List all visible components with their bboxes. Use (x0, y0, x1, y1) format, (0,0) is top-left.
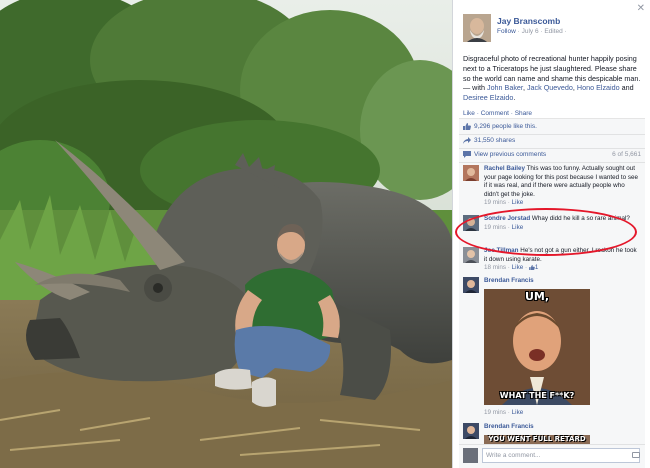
commenter-avatar[interactable] (463, 423, 479, 439)
avatar[interactable] (463, 14, 491, 42)
like-action[interactable]: Like (463, 110, 475, 117)
avatar-image (463, 423, 479, 439)
meme-image[interactable]: UM, WHAT THE F**K? (484, 289, 590, 405)
avatar-image (463, 247, 479, 263)
comment-body: Brendan Francis (484, 277, 640, 286)
photo[interactable] (0, 0, 452, 468)
comment-time[interactable]: 19 mins (484, 199, 506, 206)
post-date: · July 6 · Edited · (517, 28, 567, 35)
comment-like[interactable]: Like (512, 224, 524, 231)
comment: Brendan Francis UM, WHAT THE F**K? 19 mi… (463, 277, 641, 417)
comment-meta: 18 mins · Like · 1 (484, 264, 539, 272)
comment: Rachel Bailey This was too funny. Actual… (463, 165, 641, 209)
comment-meta: 19 mins · Like (484, 223, 524, 231)
comment-like[interactable]: Like (512, 409, 524, 416)
meme-bottom-text: WHAT THE F**K? (499, 391, 575, 401)
comment-body: 19 mins · Like (484, 409, 640, 418)
tag-link[interactable]: Desiree Elzaido (463, 93, 513, 102)
avatar-image (463, 277, 479, 293)
comment-author[interactable]: Brendan Francis (484, 423, 534, 430)
comment-author[interactable]: Brendan Francis (484, 277, 534, 284)
comment-like-count[interactable]: 1 (535, 264, 539, 271)
comment-meta: 19 mins · Like (484, 409, 524, 416)
comment: Joe Tillman He's not got a gun either. I… (463, 247, 641, 273)
tag-link[interactable]: Hono Elzaido (577, 83, 620, 92)
view-previous-row[interactable]: View previous comments (463, 151, 546, 158)
and-text: and (619, 83, 634, 93)
divider (459, 148, 645, 149)
tag-link[interactable]: Jack Quevedo (527, 83, 573, 92)
meme-top-text: UM, (524, 290, 550, 303)
comment-input[interactable]: Write a comment... (482, 448, 640, 463)
comment-count: 6 of 5,661 (612, 151, 641, 158)
post-meta: Follow · July 6 · Edited · (497, 28, 567, 35)
thumbs-up-icon (463, 123, 471, 130)
comment-like[interactable]: Like (512, 199, 524, 206)
triceratops-photo (0, 0, 452, 468)
comment-body: Sondre Jorstad Whay didd he kill a so ra… (484, 215, 640, 232)
divider (459, 162, 645, 163)
comment-body: Rachel Bailey This was too funny. Actual… (484, 165, 640, 208)
comment-time[interactable]: 18 mins (484, 264, 506, 271)
avatar-image (463, 14, 491, 42)
camera-icon[interactable] (632, 452, 640, 458)
post-actions: Like · Comment · Share (463, 110, 532, 117)
post-header: Jay Branscomb Follow · July 6 · Edited · (463, 14, 643, 42)
avatar-image (463, 165, 479, 181)
comment: Sondre Jorstad Whay didd he kill a so ra… (463, 215, 641, 241)
commenter-avatar[interactable] (463, 215, 479, 231)
share-action[interactable]: Share (515, 110, 532, 117)
comment-bubble-icon (463, 151, 471, 158)
comment-time[interactable]: 19 mins (484, 224, 506, 231)
avatar (463, 448, 478, 463)
follow-link[interactable]: Follow (497, 28, 516, 35)
write-comment-bar: Write a comment... (459, 444, 645, 466)
commenter-avatar[interactable] (463, 277, 479, 293)
shares-count[interactable]: 31,550 shares (474, 137, 515, 144)
commenter-avatar[interactable] (463, 165, 479, 181)
likes-count[interactable]: 9,296 people like this. (474, 123, 537, 130)
view-previous-link[interactable]: View previous comments (474, 151, 546, 158)
comment-time[interactable]: 19 mins (484, 409, 506, 416)
comment-author[interactable]: Joe Tillman (484, 247, 519, 254)
comment-author[interactable]: Sondre Jorstad (484, 215, 530, 222)
comment-author[interactable]: Rachel Bailey (484, 165, 525, 172)
comment-action[interactable]: Comment (481, 110, 509, 117)
comment-like[interactable]: Like (512, 264, 524, 271)
post-sidebar: ✕ Jay Branscomb Follow · July 6 · Edited… (452, 0, 650, 468)
period: . (513, 93, 516, 103)
avatar-image (463, 215, 479, 231)
commenter-avatar[interactable] (463, 247, 479, 263)
comment-body: Joe Tillman He's not got a gun either. I… (484, 247, 640, 273)
comment-text: Whay didd he kill a so rare animal? (530, 215, 630, 222)
close-icon[interactable]: ✕ (637, 3, 645, 14)
feedback-panel: 9,296 people like this. 31,550 shares Vi… (459, 118, 645, 468)
comment-body: Brendan Francis (484, 423, 640, 432)
share-icon (463, 137, 471, 144)
meme-top-text: YOU WENT FULL RETARD (488, 435, 586, 443)
shares-row[interactable]: 31,550 shares (463, 137, 515, 144)
meme-photo (484, 289, 590, 405)
divider (459, 134, 645, 135)
tag-link[interactable]: John Baker (487, 83, 523, 92)
likes-row[interactable]: 9,296 people like this. (463, 123, 537, 130)
comment-meta: 19 mins · Like (484, 199, 524, 207)
post-text: Disgraceful photo of recreational hunter… (463, 54, 645, 103)
post-author[interactable]: Jay Branscomb (497, 16, 560, 26)
